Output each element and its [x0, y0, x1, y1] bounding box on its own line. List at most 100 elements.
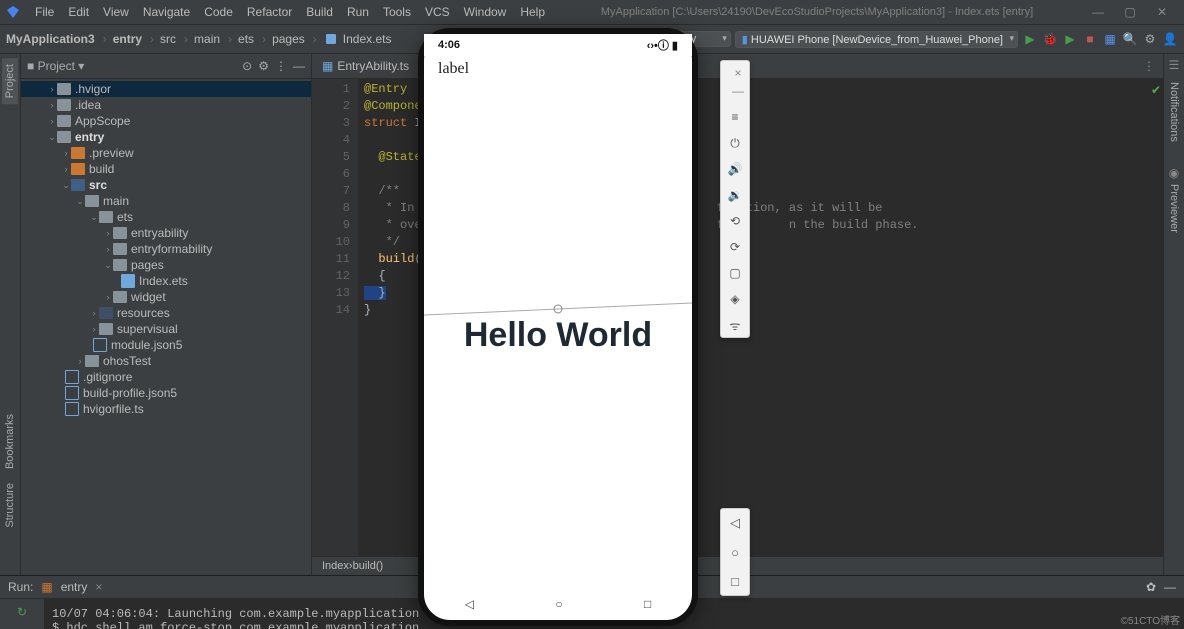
menu-vcs[interactable]: VCS	[418, 5, 457, 19]
emu-home-icon[interactable]: ○	[731, 545, 739, 560]
tree-widget[interactable]: widget	[131, 290, 166, 304]
emu-power-icon[interactable]: ⏻	[727, 135, 743, 151]
tree-index-ets[interactable]: Index.ets	[139, 274, 188, 288]
watermark: ©51CTO博客	[1121, 612, 1180, 627]
tree-appscope[interactable]: AppScope	[75, 114, 130, 128]
menu-window[interactable]: Window	[457, 5, 514, 19]
app-logo-icon	[6, 5, 20, 19]
tree-ohostest[interactable]: ohosTest	[103, 354, 151, 368]
emu-more-icon[interactable]: ≡	[727, 109, 743, 125]
phone-back-icon[interactable]: ◁	[465, 597, 474, 611]
tool-project[interactable]: Project	[2, 58, 18, 104]
gear-icon[interactable]: ⚙	[258, 59, 269, 73]
hide-run-icon[interactable]: —	[1164, 580, 1176, 594]
crumb-src[interactable]: src	[160, 32, 176, 46]
emu-wifi-icon[interactable]: ᯤ	[727, 317, 743, 333]
tree-entryformability[interactable]: entryformability	[131, 242, 212, 256]
menu-run[interactable]: Run	[340, 5, 376, 19]
tree-gitignore[interactable]: .gitignore	[83, 370, 132, 384]
close-icon[interactable]: ✕	[1146, 5, 1178, 19]
tool-notifications[interactable]: Notifications	[1168, 78, 1180, 146]
editor-more-icon[interactable]: ⋮	[1135, 59, 1163, 73]
eye-icon[interactable]: ◉	[1169, 166, 1179, 180]
tree-module-json[interactable]: module.json5	[111, 338, 182, 352]
crumb-entry[interactable]: entry	[113, 32, 142, 46]
project-tree[interactable]: ›.hvigor ›.idea ›AppScope ⌄entry ›.previ…	[21, 79, 311, 575]
tree-hvigorfile[interactable]: hvigorfile.ts	[83, 402, 144, 416]
collapse-icon[interactable]: ⋮	[275, 59, 287, 73]
crumb-main[interactable]: main	[194, 32, 220, 46]
left-tool-gutter: Project Bookmarks Structure	[0, 54, 21, 575]
project-panel: ■ Project ▾ ⊙ ⚙ ⋮ — ›.hvigor ›.idea ›App…	[21, 54, 312, 575]
tab-entryability[interactable]: ▦EntryAbility.ts	[312, 54, 419, 78]
menu-edit[interactable]: Edit	[61, 5, 96, 19]
menu-tools[interactable]: Tools	[376, 5, 418, 19]
run-close-tab[interactable]: ×	[95, 580, 102, 594]
tool-structure[interactable]: Structure	[4, 479, 16, 532]
emu-volume-down-icon[interactable]: 🔉	[727, 187, 743, 203]
attach-icon[interactable]: ▦	[1102, 31, 1118, 47]
phone-clock: 4:06	[438, 39, 460, 51]
crumb-root[interactable]: MyApplication3	[6, 32, 95, 46]
emu-back-icon[interactable]: ◁	[730, 515, 740, 531]
phone-recent-icon[interactable]: □	[644, 597, 651, 611]
coverage-icon[interactable]: ▶	[1062, 31, 1078, 47]
crumb-pages[interactable]: pages	[272, 32, 305, 46]
hide-icon[interactable]: —	[293, 59, 305, 73]
rerun-icon[interactable]: ↻	[13, 603, 31, 621]
device-dropdown[interactable]: ▮ HUAWEI Phone [NewDevice_from_Huawei_Ph…	[735, 31, 1018, 48]
emu-rotate-left-icon[interactable]: ⟲	[727, 213, 743, 229]
emu-minimize-icon[interactable]: —	[730, 83, 746, 99]
menu-refactor[interactable]: Refactor	[240, 5, 299, 19]
avatar-icon[interactable]: 👤	[1162, 31, 1178, 47]
tool-previewer[interactable]: Previewer	[1168, 180, 1180, 237]
tree-resources[interactable]: resources	[117, 306, 170, 320]
search-icon[interactable]: 🔍	[1122, 31, 1138, 47]
emu-close-icon[interactable]: ×	[730, 65, 746, 81]
run-icon[interactable]: ▶	[1022, 31, 1038, 47]
emu-recent-icon[interactable]: □	[731, 574, 739, 589]
tree-entryability[interactable]: entryability	[131, 226, 188, 240]
menu-navigate[interactable]: Navigate	[136, 5, 197, 19]
tree-build[interactable]: build	[89, 162, 114, 176]
maximize-icon[interactable]: ▢	[1114, 5, 1146, 19]
phone-home-icon[interactable]: ○	[555, 597, 562, 611]
emu-location-icon[interactable]: ◈	[727, 291, 743, 307]
tree-pages[interactable]: pages	[131, 258, 164, 272]
tree-main[interactable]: main	[103, 194, 129, 208]
menu-view[interactable]: View	[96, 5, 136, 19]
tree-entry[interactable]: entry	[75, 130, 104, 144]
target-icon[interactable]: ⊙	[242, 59, 252, 73]
up-icon[interactable]: ↑	[13, 623, 31, 629]
emu-volume-up-icon[interactable]: 🔊	[727, 161, 743, 177]
tree-src[interactable]: src	[89, 178, 107, 192]
menu-file[interactable]: File	[28, 5, 61, 19]
run-config-label: entry	[61, 580, 88, 594]
stop-icon[interactable]: ■	[1082, 31, 1098, 47]
debug-icon[interactable]: 🐞	[1042, 31, 1058, 47]
phone-nav: ◁ ○ □	[424, 588, 692, 620]
emu-screenshot-icon[interactable]: ▢	[727, 265, 743, 281]
tree-supervisual[interactable]: supervisual	[117, 322, 178, 336]
notifications-icon[interactable]: ☰	[1169, 58, 1180, 72]
crumb-file[interactable]: Index.ets	[343, 32, 392, 46]
tree-preview[interactable]: .preview	[89, 146, 134, 160]
settings-icon[interactable]: ⚙	[1142, 31, 1158, 47]
tree-idea[interactable]: .idea	[75, 98, 101, 112]
menu-build[interactable]: Build	[299, 5, 340, 19]
ets-file-icon	[326, 34, 336, 44]
gear-icon[interactable]: ✿	[1146, 580, 1156, 594]
right-tool-gutter: ☰ Notifications ◉ Previewer	[1163, 54, 1184, 575]
crumb-ets[interactable]: ets	[238, 32, 254, 46]
minimize-icon[interactable]: —	[1082, 5, 1114, 19]
window-title: MyApplication [C:\Users\24190\DevEcoStud…	[552, 6, 1082, 18]
tree-hvigor[interactable]: .hvigor	[75, 82, 111, 96]
menu-code[interactable]: Code	[197, 5, 240, 19]
emulator-window: 4:06 ‹›•ⓘ ▮ label Hello World ◁ ○ □	[418, 28, 698, 626]
phone-content[interactable]: Hello World	[424, 82, 692, 588]
tree-ets[interactable]: ets	[117, 210, 133, 224]
tool-bookmarks[interactable]: Bookmarks	[4, 410, 16, 473]
tree-buildprofile[interactable]: build-profile.json5	[83, 386, 177, 400]
emu-rotate-right-icon[interactable]: ⟳	[727, 239, 743, 255]
menu-help[interactable]: Help	[513, 5, 552, 19]
